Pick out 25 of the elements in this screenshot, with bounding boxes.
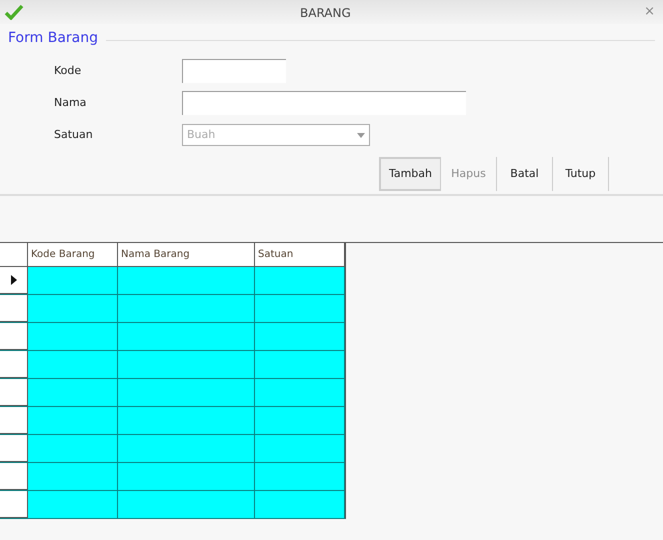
text-field[interactable] [182,91,466,115]
row-header[interactable] [0,435,28,462]
text-field[interactable] [182,59,286,83]
field-label: Satuan [54,126,94,143]
action-button[interactable]: Tutup [553,157,609,191]
row-header[interactable] [0,491,28,518]
row-header[interactable] [0,267,28,294]
row-header[interactable] [0,463,28,490]
column-header[interactable]: Nama Barang [118,243,255,266]
dropdown-arrow-icon [357,132,365,138]
row-header[interactable] [0,295,28,322]
column-header[interactable]: Satuan [255,243,345,266]
window-title: BARANG [300,5,351,22]
row-header[interactable] [0,351,28,378]
field-label: Kode [54,62,82,79]
action-button[interactable]: Batal [497,157,553,191]
row-pointer-icon [10,275,16,285]
row-header[interactable] [0,379,28,406]
row-header[interactable] [0,407,28,434]
action-button[interactable]: Tambah [378,157,441,191]
checkmark-icon [4,4,24,20]
form-title: Form Barang [8,29,98,48]
row-header[interactable] [0,323,28,350]
column-header[interactable]: Kode Barang [28,243,118,266]
field-label: Nama [54,94,88,111]
